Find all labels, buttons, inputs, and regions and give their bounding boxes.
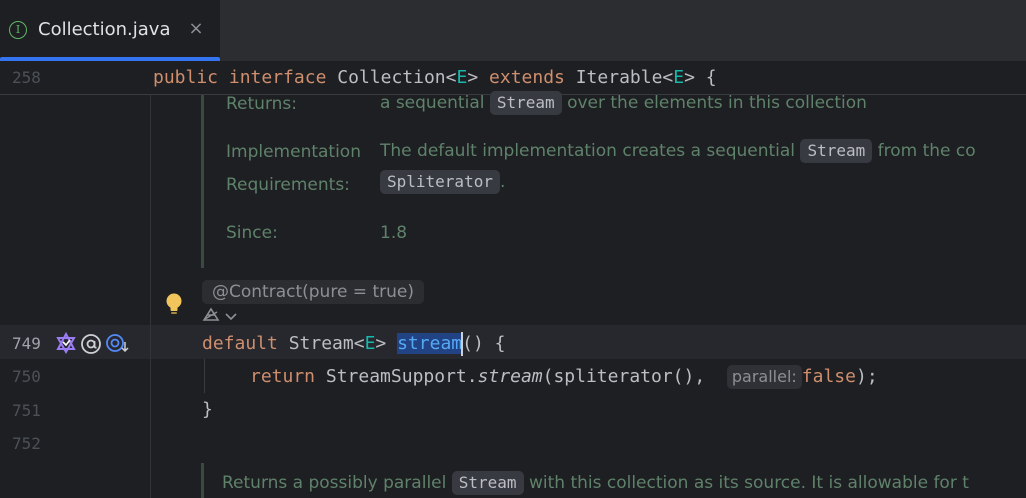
doc-block-border: [201, 463, 204, 498]
code-chip[interactable]: Stream: [489, 91, 562, 115]
keyword: false: [801, 366, 856, 387]
doc-text: a sequential: [380, 93, 485, 113]
class-name: StreamSupport.: [325, 366, 478, 387]
type-parameter: E: [364, 333, 376, 354]
doc-returns-label: Returns:: [226, 94, 297, 114]
doc-since-label: Since:: [226, 223, 278, 243]
line-number: 749: [12, 334, 41, 353]
keyword: public: [153, 67, 219, 88]
code-token: >: [467, 67, 479, 88]
code-chip[interactable]: Stream: [800, 139, 873, 163]
code-token: () {: [462, 333, 506, 354]
sticky-line-code[interactable]: public interface Collection<E> extends I…: [153, 66, 717, 90]
line-number: 752: [12, 434, 41, 453]
doc-since-value: 1.8: [380, 223, 408, 243]
keyword: interface: [228, 67, 327, 88]
doc-text: from the co: [877, 141, 976, 161]
code-line-751[interactable]: }: [202, 398, 213, 422]
code-token: );: [855, 366, 878, 387]
code-token: >: [375, 333, 387, 354]
code-chip[interactable]: Spliterator: [380, 170, 500, 194]
code-token: > {: [684, 67, 717, 88]
doc-impl-text-2: Spliterator.: [380, 170, 505, 194]
static-method: stream: [477, 366, 543, 387]
parameter-hint[interactable]: parallel:: [726, 365, 802, 389]
keyword: return: [250, 366, 316, 387]
annotation-icon[interactable]: [80, 333, 102, 359]
doc-stream-parallel: Returns a possibly parallel Stream with …: [222, 471, 969, 495]
gutter-separator: [150, 95, 151, 498]
close-icon[interactable]: ×: [186, 18, 206, 40]
caret-row-highlight: [0, 325, 1026, 359]
doc-impl-label-1: Implementation: [226, 142, 361, 162]
code-token: (spliterator(),: [542, 366, 706, 387]
tab-collection-java[interactable]: I Collection.java ×: [0, 0, 220, 61]
type-name: Stream<: [288, 333, 365, 354]
doc-impl-label-2: Requirements:: [226, 175, 350, 195]
keyword: default: [202, 333, 278, 354]
type-parameter: E: [673, 67, 685, 88]
overrides-icon[interactable]: [105, 333, 129, 359]
chevron-down-icon[interactable]: [224, 309, 238, 328]
tab-title: Collection.java: [38, 19, 171, 40]
code-line-749[interactable]: default Stream<E> stream() {: [202, 332, 505, 356]
code-line-750[interactable]: return StreamSupport.stream(spliterator(…: [250, 365, 878, 389]
bulb-icon[interactable]: [165, 292, 183, 320]
keyword: extends: [489, 67, 565, 88]
type-parameter: E: [456, 67, 468, 88]
class-name: Iterable<: [575, 67, 674, 88]
class-name: Collection<: [337, 67, 457, 88]
ai-assistant-icon[interactable]: [201, 306, 223, 330]
implement-icon[interactable]: [55, 331, 77, 358]
doc-text: over the elements in this collection: [567, 93, 867, 113]
code-editor[interactable]: 258 public interface Collection<E> exten…: [0, 62, 1026, 498]
interface-icon: I: [9, 21, 27, 39]
indent-guide: [204, 359, 205, 393]
doc-text: .: [499, 172, 506, 192]
line-number: 258: [12, 68, 41, 87]
line-number: 750: [12, 367, 41, 386]
doc-text: Returns a possibly parallel: [222, 473, 447, 493]
annotation-inlay[interactable]: @Contract(pure = true): [202, 280, 424, 304]
selected-method-name[interactable]: stream: [397, 333, 463, 354]
doc-impl-text: The default implementation creates a seq…: [380, 139, 976, 163]
active-tab-indicator: [0, 57, 220, 61]
doc-returns-text: a sequential Stream over the elements in…: [380, 91, 867, 115]
doc-text: with this collection as its source. It i…: [528, 473, 969, 493]
code-chip[interactable]: Stream: [451, 471, 524, 495]
line-number: 751: [12, 401, 41, 420]
doc-block-border: [201, 95, 204, 268]
doc-text: The default implementation creates a seq…: [380, 141, 796, 161]
editor-tab-bar: I Collection.java ×: [0, 0, 1026, 62]
